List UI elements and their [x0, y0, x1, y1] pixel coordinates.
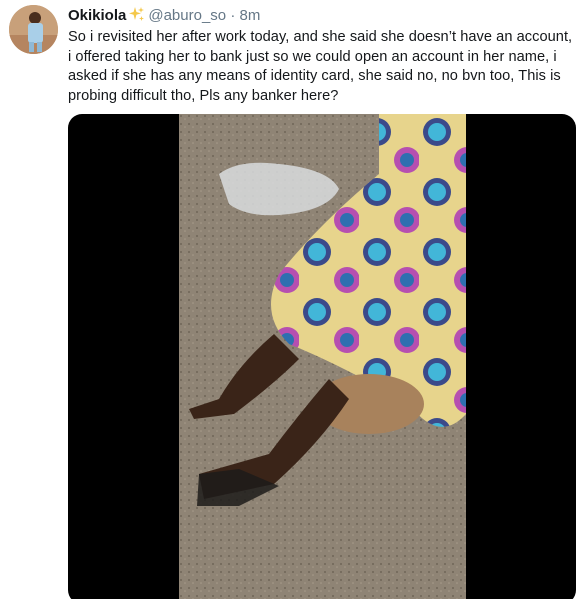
user-handle[interactable]: @aburo_so [148, 7, 226, 24]
display-name[interactable]: Okikiola [68, 7, 126, 24]
tweet-header: Okikiola @aburo_so · 8m [68, 6, 260, 29]
sparkles-icon [128, 6, 145, 29]
tweet-time[interactable]: 8m [239, 7, 260, 24]
tweet[interactable]: Okikiola @aburo_so · 8m So i revisited he… [0, 0, 583, 599]
avatar[interactable] [9, 5, 58, 54]
profile-photo-icon [9, 5, 58, 54]
tweet-text: So i revisited her after work today, and… [68, 29, 573, 104]
separator-dot: · [230, 7, 236, 24]
video-frame-icon [179, 114, 466, 599]
video-player[interactable] [68, 114, 576, 599]
video-frame [179, 114, 466, 599]
